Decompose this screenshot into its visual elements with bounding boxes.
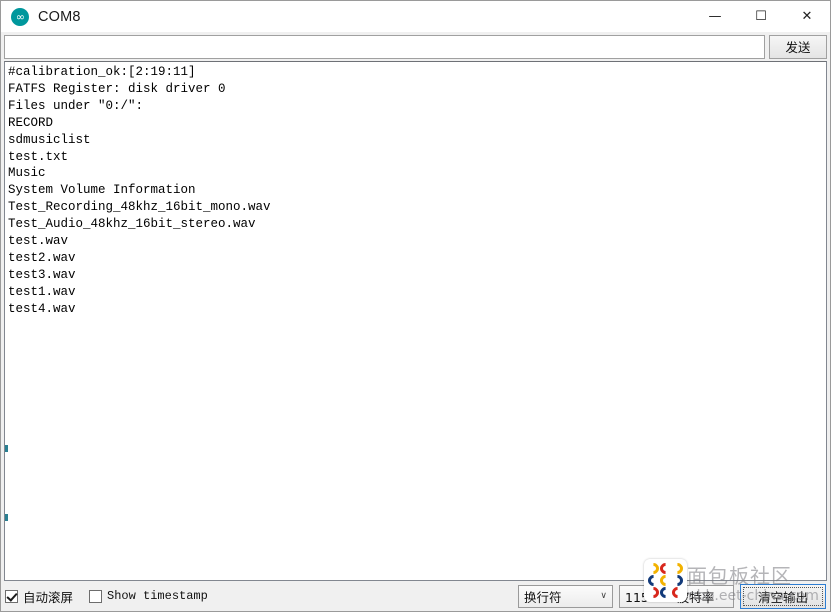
infinity-glyph: ∞: [15, 10, 25, 23]
show-timestamp-label: Show timestamp: [107, 589, 208, 603]
baud-rate-select[interactable]: 115200 波特率: [619, 584, 734, 608]
send-input[interactable]: [4, 34, 765, 59]
status-bar-right-group: 换行符 ∨ 115200 波特率 清空输出: [518, 583, 826, 609]
status-bar: 自动滚屏 Show timestamp 换行符 ∨ 115200 波特率 清空输…: [1, 559, 830, 611]
title-bar: ∞ COM8 — ☐ ✕: [1, 1, 830, 32]
baud-rate-value: 115200 波特率: [625, 589, 715, 605]
clear-output-label: 清空输出: [757, 589, 808, 605]
autoscroll-label: 自动滚屏: [23, 589, 74, 605]
close-icon[interactable]: ✕: [784, 1, 830, 32]
send-bar: 发送: [1, 32, 830, 61]
newline-value: 换行符: [524, 589, 562, 605]
window-controls: — ☐ ✕: [692, 1, 830, 32]
maximize-icon[interactable]: ☐: [738, 1, 784, 32]
clear-output-button[interactable]: 清空输出: [740, 583, 826, 609]
minimize-button[interactable]: —: [692, 1, 738, 32]
chevron-down-icon: ∨: [600, 591, 607, 601]
show-timestamp-box-icon[interactable]: [89, 589, 103, 603]
autoscroll-checkbox[interactable]: 自动滚屏: [5, 587, 73, 606]
console-output-panel[interactable]: #calibration_ok:[2:19:11] FATFS Register…: [4, 61, 827, 581]
window-title: COM8: [38, 8, 81, 25]
show-timestamp-checkbox[interactable]: Show timestamp: [89, 589, 208, 603]
console-text: #calibration_ok:[2:19:11] FATFS Register…: [8, 65, 271, 316]
autoscroll-box-icon[interactable]: [5, 589, 18, 603]
send-button[interactable]: 发送: [769, 34, 827, 59]
newline-select[interactable]: 换行符 ∨: [518, 584, 613, 608]
serial-monitor-window: ∞ COM8 — ☐ ✕ 发送 #calibration_ok:[2:19:11…: [0, 0, 831, 612]
arduino-logo-icon: ∞: [11, 7, 29, 26]
